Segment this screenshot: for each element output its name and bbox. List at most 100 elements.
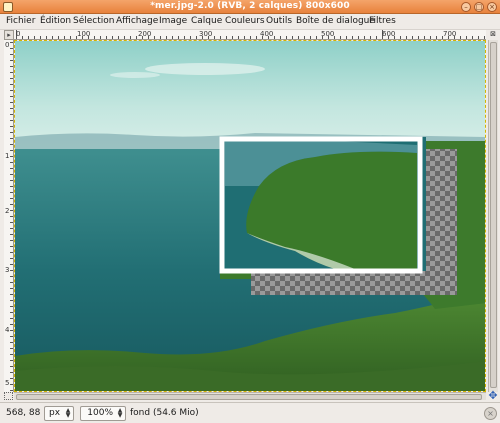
unit-spin-icon: ▲ ▼ — [65, 407, 71, 419]
vertical-ruler[interactable]: 0 1 2 3 4 5 — [4, 40, 14, 392]
ruler-tick — [196, 36, 197, 39]
statusbar: 568, 88 px ▲ ▼ 100% ▲ ▼ fond (54.6 Mio) × — [0, 402, 500, 423]
minimize-button[interactable]: – — [461, 2, 471, 12]
ruler-label: 500 — [321, 30, 335, 38]
titlebar[interactable]: *mer.jpg-2.0 (RVB, 2 calques) 800x600 – … — [0, 0, 500, 14]
menu-image[interactable]: Image — [159, 16, 187, 26]
ruler-tick — [10, 372, 13, 373]
zoom-selector[interactable]: 100% ▲ ▼ — [80, 406, 126, 421]
ruler-tick — [10, 354, 13, 355]
ruler-label: 700 — [443, 30, 457, 38]
ruler-tick — [130, 36, 131, 39]
menu-couleurs[interactable]: Couleurs — [225, 16, 265, 26]
ruler-label: 300 — [199, 30, 213, 38]
ruler-tick — [352, 36, 353, 39]
ruler-tick — [286, 36, 287, 39]
ruler-tick — [292, 36, 293, 39]
menu-outils[interactable]: Outils — [266, 16, 292, 26]
ruler-label: 0 — [5, 41, 10, 49]
ruler-tick — [10, 234, 13, 235]
ruler-tick — [424, 36, 425, 39]
ruler-tick — [220, 36, 221, 39]
menu-selection[interactable]: Sélection — [73, 16, 114, 26]
vertical-scrollbar[interactable] — [488, 40, 498, 392]
ruler-tick — [376, 36, 377, 39]
ruler-tick — [10, 264, 13, 265]
ruler-tick — [10, 336, 13, 337]
ruler-tick — [214, 36, 215, 39]
ruler-tick — [178, 36, 179, 39]
menu-affichage[interactable]: Affichage — [116, 16, 158, 26]
ruler-tick — [346, 36, 347, 39]
ruler-tick — [10, 102, 13, 103]
active-layer-info: fond (54.6 Mio) — [130, 408, 199, 418]
ruler-tick — [10, 228, 13, 229]
ruler-tick — [118, 36, 119, 39]
ruler-tick — [172, 36, 173, 39]
ruler-tick — [10, 66, 13, 67]
ruler-tick — [256, 36, 257, 39]
image-canvas[interactable] — [14, 40, 486, 392]
ruler-tick — [22, 36, 23, 39]
ruler-tick — [10, 96, 13, 97]
ruler-tick — [310, 36, 311, 39]
unit-selector[interactable]: px ▲ ▼ — [44, 406, 74, 421]
ruler-tick — [226, 36, 227, 39]
ruler-tick — [280, 36, 281, 39]
vertical-scroll-thumb[interactable] — [490, 42, 497, 388]
ruler-tick — [460, 36, 461, 39]
pointer-coordinates: 568, 88 — [6, 408, 41, 418]
ruler-label: 3 — [5, 266, 10, 274]
ruler-tick — [10, 282, 13, 283]
horizontal-scrollbar[interactable] — [14, 392, 486, 400]
menu-fichier[interactable]: Fichier — [6, 16, 35, 26]
maximize-button[interactable]: □ — [474, 2, 484, 12]
ruler-tick — [58, 36, 59, 39]
cancel-button[interactable]: × — [484, 407, 497, 420]
ruler-tick — [250, 36, 251, 39]
close-button[interactable]: × — [487, 2, 497, 12]
ruler-tick — [10, 222, 13, 223]
ruler-tick — [10, 60, 13, 61]
ruler-corner-menu-button[interactable]: ▸ — [4, 30, 14, 40]
ruler-tick — [418, 36, 419, 39]
ruler-tick — [10, 342, 13, 343]
ruler-tick — [70, 36, 71, 39]
ruler-tick — [10, 72, 13, 73]
ruler-tick — [10, 348, 13, 349]
menu-filtres[interactable]: Filtres — [369, 16, 396, 26]
ruler-tick — [430, 36, 431, 39]
ruler-tick — [484, 36, 485, 39]
photo-sea-coast — [15, 41, 485, 391]
ruler-label: 5 — [5, 379, 10, 387]
ruler-tick — [184, 36, 185, 39]
ruler-tick — [10, 276, 13, 277]
menu-boite-de-dialogue[interactable]: Boîte de dialogue — [296, 16, 375, 26]
quick-mask-icon[interactable] — [4, 392, 13, 400]
ruler-tick — [340, 36, 341, 39]
ruler-tick — [136, 36, 137, 39]
ruler-tick — [106, 36, 107, 39]
ruler-tick — [40, 36, 41, 39]
ruler-tick — [10, 156, 13, 157]
ruler-tick — [10, 90, 13, 91]
ruler-tick — [10, 132, 13, 133]
ruler-tick — [472, 36, 473, 39]
move-icon[interactable]: ✥ — [486, 390, 500, 402]
menu-edition[interactable]: Édition — [40, 16, 71, 26]
ruler-tick — [232, 36, 233, 39]
ruler-tick — [10, 312, 13, 313]
ruler-tick — [28, 36, 29, 39]
ruler-tick — [52, 36, 53, 39]
ruler-tick — [160, 36, 161, 39]
menu-calque[interactable]: Calque — [191, 16, 222, 26]
horizontal-ruler[interactable]: 0 100 200 300 400 500 600 700 — [14, 30, 486, 40]
ruler-tick — [436, 36, 437, 39]
ruler-tick — [34, 36, 35, 39]
horizontal-scroll-thumb[interactable] — [16, 394, 482, 400]
ruler-tick — [10, 330, 13, 331]
ruler-tick — [10, 288, 13, 289]
navigate-image-button[interactable]: ⊠ — [488, 30, 498, 40]
ruler-tick — [10, 270, 13, 271]
ruler-label: 1 — [5, 152, 10, 160]
